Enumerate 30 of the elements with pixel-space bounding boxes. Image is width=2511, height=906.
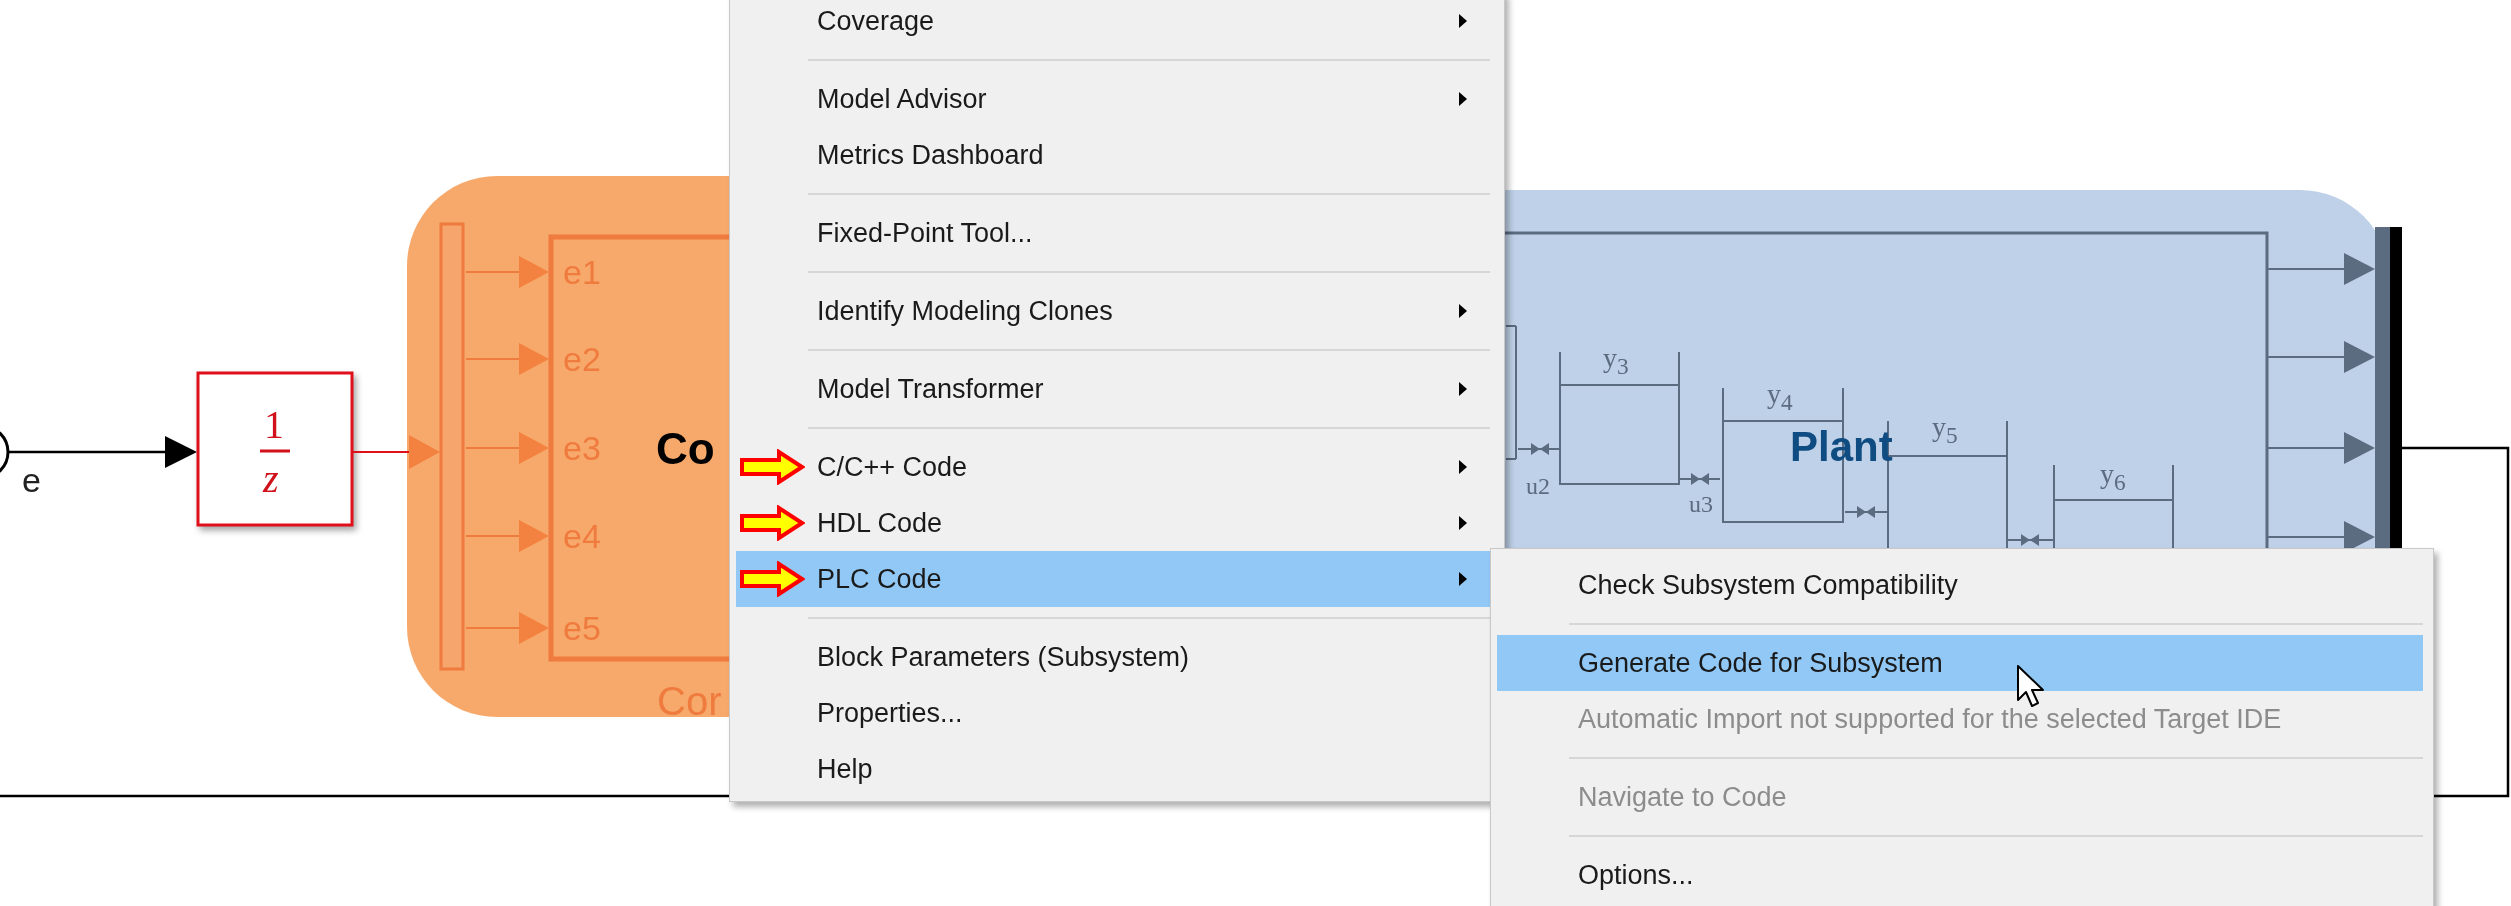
menu-item[interactable]: Model Transformer xyxy=(736,361,1490,417)
menu-item[interactable]: Coverage xyxy=(736,0,1490,49)
fraction-denominator: z xyxy=(263,457,279,501)
menu-item[interactable]: C/C++ Code xyxy=(736,439,1490,495)
fraction-bar xyxy=(260,449,290,453)
menu-item[interactable]: PLC Code xyxy=(736,551,1490,607)
menu-item[interactable]: HDL Code xyxy=(736,495,1490,551)
menu-item[interactable]: Block Parameters (Subsystem) xyxy=(736,629,1490,685)
tank-label: y$_{4}$ xyxy=(1767,377,1793,417)
valve-drawing xyxy=(2006,534,2055,546)
menu-item[interactable]: Check Subsystem Compatibility xyxy=(1497,557,2423,613)
valve-drawing xyxy=(1517,443,1561,455)
tank-label: y$_{5}$ xyxy=(1932,410,1958,450)
menu-item[interactable]: Help xyxy=(736,741,1490,797)
signal-label: e xyxy=(22,460,41,500)
menu-item[interactable]: Options... xyxy=(1497,847,2423,903)
menu-item[interactable]: Fixed-Point Tool... xyxy=(736,205,1490,261)
menu-item[interactable]: Properties... xyxy=(736,685,1490,741)
valve-label: u3 xyxy=(1689,490,1713,518)
tank-label: y$_{3}$ xyxy=(1603,341,1629,381)
menu-item[interactable]: Identify Modeling Clones xyxy=(736,283,1490,339)
valve-drawing xyxy=(1677,473,1721,485)
tank-label: y$_{6}$ xyxy=(2100,457,2126,497)
menu-item[interactable]: Metrics Dashboard xyxy=(736,127,1490,183)
menu-item[interactable]: Generate Code for Subsystem xyxy=(1497,635,2423,691)
menu-item[interactable]: Model Advisor xyxy=(736,71,1490,127)
fraction-numerator: 1 xyxy=(264,403,284,447)
valve-drawing xyxy=(1844,506,1889,518)
valve-label: u2 xyxy=(1526,472,1550,500)
block-title: Co xyxy=(656,424,715,474)
